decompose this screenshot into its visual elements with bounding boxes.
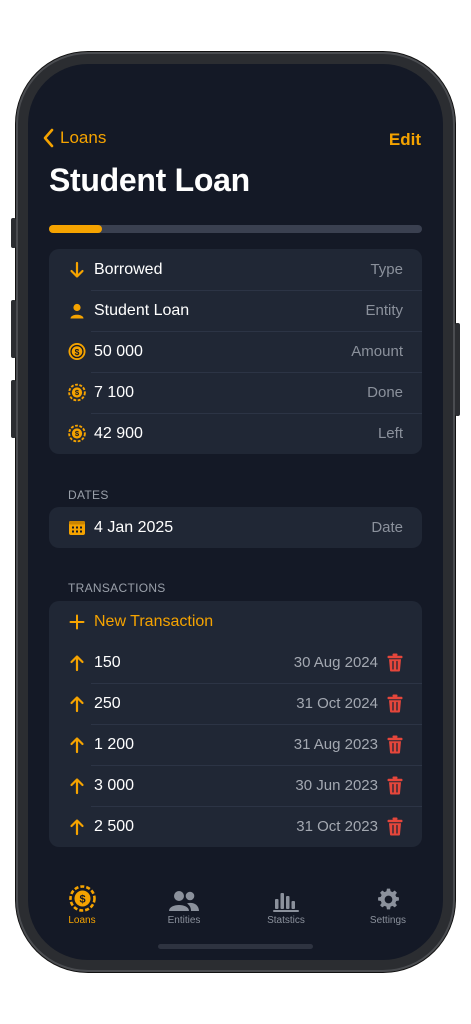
new-transaction-button[interactable]: New Transaction	[49, 601, 422, 642]
date-value: 4 Jan 2025	[94, 518, 174, 536]
transactions-section-header: TRANSACTIONS	[68, 581, 166, 595]
detail-value: 50 000	[94, 342, 143, 360]
detail-label: Type	[370, 261, 403, 278]
tab-entities[interactable]: Entities	[144, 884, 224, 926]
progress-bar	[49, 225, 422, 233]
new-transaction-label: New Transaction	[94, 612, 214, 630]
home-indicator	[158, 944, 313, 949]
detail-label: Entity	[365, 302, 403, 319]
volume-down-button	[11, 380, 16, 438]
arrow-up-icon	[68, 654, 86, 672]
back-button[interactable]: Loans	[42, 128, 106, 148]
date-label: Date	[371, 519, 403, 536]
svg-text:$: $	[75, 347, 80, 357]
transaction-amount: 250	[94, 694, 121, 712]
power-button	[455, 323, 460, 416]
transaction-amount: 3 000	[94, 776, 135, 794]
tab-bar: $ Loans Entities Statstics Settings	[28, 870, 443, 930]
transaction-date: 30 Jun 2023	[295, 777, 378, 794]
tab-label: Statstics	[267, 915, 305, 926]
arrow-up-icon	[68, 736, 86, 754]
tab-label: Loans	[68, 915, 96, 926]
people-icon	[169, 891, 199, 911]
arrow-up-icon	[68, 777, 86, 795]
transaction-row[interactable]: 250 31 Oct 2024	[49, 683, 422, 724]
trash-icon[interactable]	[387, 735, 403, 754]
transactions-card: New Transaction 150 30 Aug 2024 250 31 Oct …	[49, 601, 422, 847]
transaction-amount: 150	[94, 653, 121, 671]
detail-value: Borrowed	[94, 260, 163, 278]
dollar-coin-icon: $	[68, 342, 86, 361]
progress-fill	[49, 225, 102, 233]
transaction-row[interactable]: 2 500 31 Oct 2023	[49, 806, 422, 847]
trash-icon[interactable]	[387, 817, 403, 836]
tab-loans[interactable]: $ Loans	[42, 884, 122, 926]
tab-statistics[interactable]: Statstics	[246, 884, 326, 926]
detail-row-type[interactable]: Borrowed Type	[49, 249, 422, 290]
app-screen: Loans Edit Student Loan Borrowed Type St…	[28, 64, 443, 960]
dates-section-header: DATES	[68, 488, 109, 502]
details-card: Borrowed Type Student Loan Entity $ 50 0…	[49, 249, 422, 454]
tab-settings[interactable]: Settings	[348, 884, 428, 926]
arrow-up-icon	[68, 695, 86, 713]
detail-row-amount[interactable]: $ 50 000 Amount	[49, 331, 422, 372]
transaction-date: 30 Aug 2024	[293, 654, 378, 671]
trash-icon[interactable]	[387, 776, 403, 795]
chevron-left-icon	[43, 128, 54, 148]
coin-icon: $	[68, 885, 96, 912]
transaction-date: 31 Oct 2023	[296, 818, 378, 835]
arrow-down-icon	[68, 261, 86, 279]
trash-icon[interactable]	[387, 694, 403, 713]
tab-label: Settings	[369, 915, 407, 926]
back-label: Loans	[60, 128, 107, 147]
trash-icon[interactable]	[387, 653, 403, 672]
plus-icon	[68, 613, 86, 631]
bar-chart-icon	[273, 893, 299, 912]
detail-value: Student Loan	[94, 301, 190, 319]
transaction-amount: 2 500	[94, 817, 135, 835]
detail-label: Amount	[351, 343, 403, 360]
transaction-date: 31 Aug 2023	[293, 736, 378, 753]
detail-label: Left	[377, 425, 403, 442]
detail-row-entity[interactable]: Student Loan Entity	[49, 290, 422, 331]
detail-value: 7 100	[94, 383, 135, 401]
transaction-row[interactable]: 150 30 Aug 2024	[49, 642, 422, 683]
calendar-icon	[68, 519, 86, 537]
person-icon	[68, 302, 86, 320]
arrow-up-icon	[68, 818, 86, 836]
transaction-row[interactable]: 3 000 30 Jun 2023	[49, 765, 422, 806]
transaction-row[interactable]: 1 200 31 Aug 2023	[49, 724, 422, 765]
gear-icon	[377, 888, 399, 910]
detail-row-done[interactable]: $ 7 100 Done	[49, 372, 422, 413]
page-title: Student Loan	[49, 162, 250, 198]
dates-card: 4 Jan 2025 Date	[49, 507, 422, 548]
edit-button[interactable]: Edit	[389, 130, 421, 150]
coin-done-icon: $	[68, 383, 86, 402]
action-button	[11, 218, 16, 248]
transaction-amount: 1 200	[94, 735, 135, 753]
detail-row-left[interactable]: $ 42 900 Left	[49, 413, 422, 454]
detail-value: 42 900	[94, 424, 143, 442]
date-row[interactable]: 4 Jan 2025 Date	[49, 507, 422, 548]
tab-label: Entities	[167, 915, 201, 926]
svg-text:$: $	[79, 894, 85, 906]
detail-label: Done	[367, 384, 403, 401]
volume-up-button	[11, 300, 16, 358]
coin-left-icon: $	[68, 424, 86, 443]
transaction-date: 31 Oct 2024	[296, 695, 378, 712]
